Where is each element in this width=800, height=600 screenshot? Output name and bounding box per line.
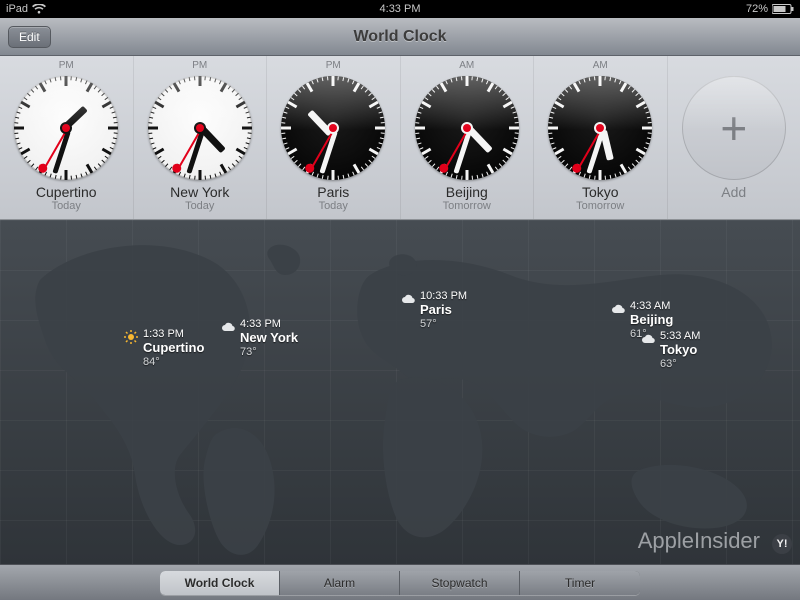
clock-cell-tokyo[interactable]: AM Tokyo Tomorrow [534,56,668,219]
battery-icon [772,4,794,14]
clock-ampm: AM [593,60,608,74]
tab-timer[interactable]: Timer [520,571,640,595]
cloud-icon [400,291,416,307]
clock-face [415,76,519,180]
clock-day-label: Tomorrow [576,200,624,212]
clock-strip: PM Cupertino Today PM New York Today PM [0,56,800,220]
plus-icon: + [720,101,747,155]
add-clock-button[interactable]: + Add [668,56,800,219]
pin-time: 5:33 AM [660,330,700,343]
pin-city: Paris [420,303,467,318]
page-title: World Clock [353,28,446,46]
pin-time: 4:33 PM [240,318,298,331]
clock-face [281,76,385,180]
clock-cell-beijing[interactable]: AM Beijing Tomorrow [401,56,535,219]
clock-day-label: Today [185,200,214,212]
clock-day-label: Tomorrow [443,200,491,212]
clock-ampm: PM [326,60,341,74]
pin-temp: 57° [420,318,467,331]
cloud-icon [220,319,236,335]
cloud-icon [640,331,656,347]
clock-city-label: Cupertino [36,184,97,200]
clock-day-label: Today [52,200,81,212]
status-bar: iPad 4:33 PM 72% [0,0,800,18]
edit-button[interactable]: Edit [8,26,51,48]
yahoo-icon: Y! [772,534,792,554]
pin-temp: 73° [240,346,298,359]
pin-city: Cupertino [143,341,204,356]
map-pin-tokyo[interactable]: 5:33 AM Tokyo 63° [640,330,700,370]
pin-time: 1:33 PM [143,328,204,341]
status-time: 4:33 PM [380,3,421,15]
clock-city-label: Tokyo [582,184,619,200]
battery-pct: 72% [746,3,768,15]
clock-city-label: Paris [317,184,349,200]
mode-segmented-control: World ClockAlarmStopwatchTimer [160,571,640,595]
clock-face [14,76,118,180]
tab-world-clock[interactable]: World Clock [160,571,280,595]
tab-alarm[interactable]: Alarm [280,571,400,595]
clock-ampm: PM [192,60,207,74]
top-toolbar: Edit World Clock [0,18,800,56]
pin-city: Tokyo [660,343,700,358]
sun-icon [123,329,139,345]
pin-city: New York [240,331,298,346]
pin-temp: 63° [660,358,700,371]
clock-cell-cupertino[interactable]: PM Cupertino Today [0,56,134,219]
pin-time: 10:33 PM [420,290,467,303]
cloud-icon [610,301,626,317]
pin-time: 4:33 AM [630,300,673,313]
watermark: AppleInsider [638,528,760,554]
add-clock-face: + [682,76,786,180]
clock-city-label: New York [170,184,229,200]
pin-city: Beijing [630,313,673,328]
continents-silhouette [0,220,800,564]
pin-temp: 84° [143,356,204,369]
map-pin-cupertino[interactable]: 1:33 PM Cupertino 84° [123,328,204,368]
map-pin-new-york[interactable]: 4:33 PM New York 73° [220,318,298,358]
clock-ampm: PM [59,60,74,74]
bottom-tab-bar: World ClockAlarmStopwatchTimer [0,564,800,600]
clock-day-label: Today [319,200,348,212]
clock-cell-new-york[interactable]: PM New York Today [134,56,268,219]
wifi-icon [32,4,46,14]
clock-city-label: Beijing [446,184,488,200]
tab-stopwatch[interactable]: Stopwatch [400,571,520,595]
clock-cell-paris[interactable]: PM Paris Today [267,56,401,219]
clock-face [548,76,652,180]
map-pin-paris[interactable]: 10:33 PM Paris 57° [400,290,467,330]
clock-face [148,76,252,180]
world-map: 1:33 PM Cupertino 84° 4:33 PM New York 7… [0,220,800,564]
add-clock-label: Add [721,184,746,200]
clock-ampm: AM [459,60,474,74]
device-label: iPad [6,3,28,15]
